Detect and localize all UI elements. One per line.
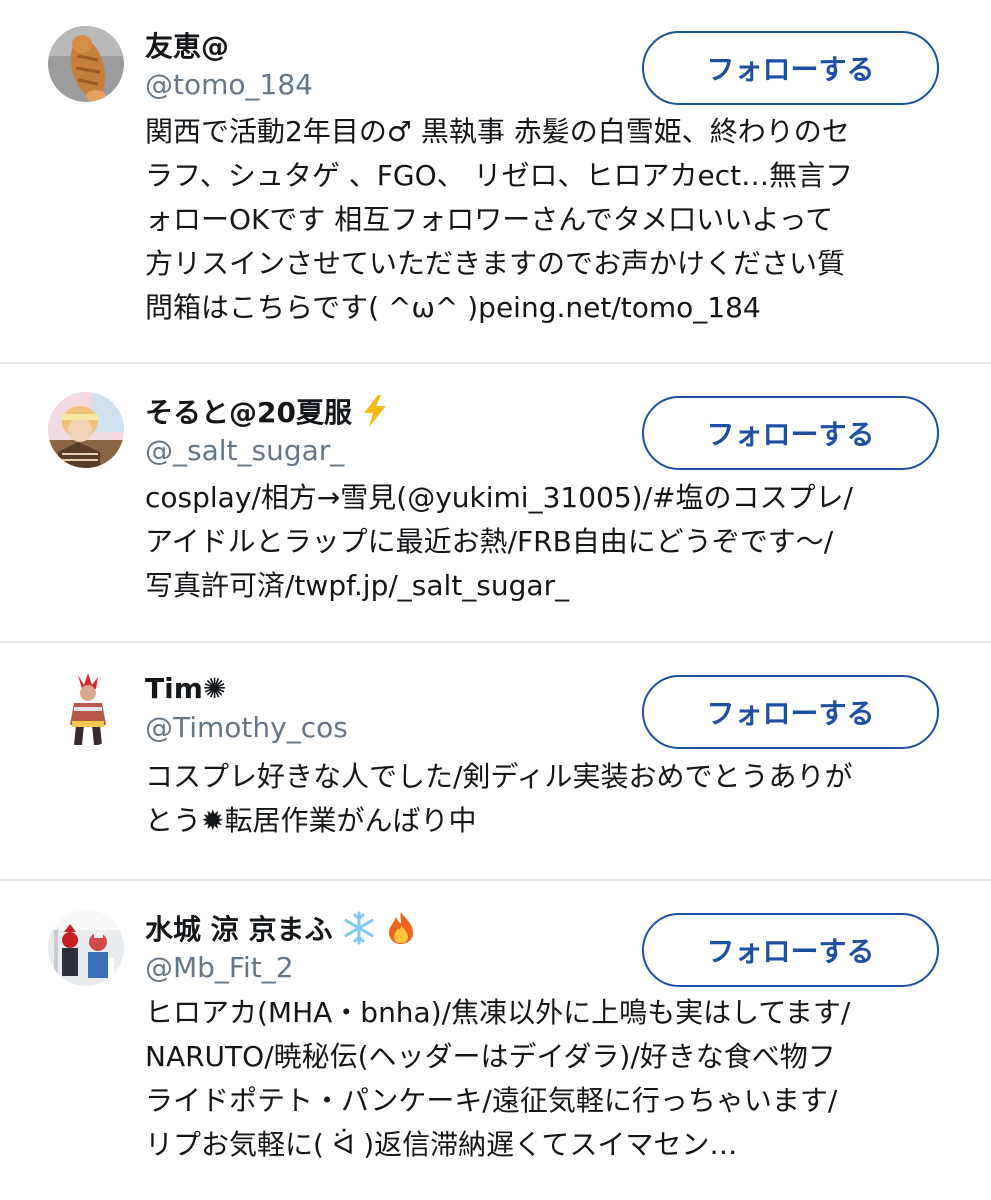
display-name-text: Tim✺: [145, 671, 227, 705]
avatar[interactable]: [48, 392, 124, 468]
bio-line: コスプレ好きな人でした/剣ディル実装おめでとうありが: [145, 760, 853, 793]
follow-button[interactable]: フォローする: [642, 675, 939, 749]
bio-line: とう✹転居作業がんばり中: [145, 804, 477, 837]
bio-line[interactable]: 写真許可済/twpf.jp/_salt_sugar_: [145, 564, 945, 608]
user-row[interactable]: 水城 涼 京まふ @Mb_Fit_2 フォローする ヒロアカ(MHA・bnha)…: [0, 881, 991, 1200]
user-handle[interactable]: @Mb_Fit_2: [145, 951, 294, 984]
bio-line: ラフ、シュタゲ 、FGO、 リゼロ、ヒロアカect…無言フ: [145, 159, 854, 192]
bio-line: リプお気軽に( ᐛ )返信滞納遅くてスイマセン…: [145, 1128, 738, 1161]
bio-line: NARUTO/暁秘伝(ヘッダーはデイダラ)/好きな食べ物フ: [145, 1040, 836, 1073]
display-name-text: 友恵@: [145, 30, 230, 63]
avatar[interactable]: [48, 671, 124, 747]
user-row[interactable]: 友恵@ @tomo_184 フォローする 関西で活動2年目の♂ 黒執事 赤髪の白…: [0, 0, 991, 362]
follow-button[interactable]: フォローする: [642, 396, 939, 470]
user-bio: コスプレ好きな人でした/剣ディル実装おめでとうありが とう✹転居作業がんばり中: [145, 755, 945, 843]
lightning-icon: [360, 394, 390, 428]
bio-line: ライドポテト・パンケーキ/遠征気軽に行っちゃいます/: [145, 1084, 838, 1117]
user-bio: cosplay/相方→雪見(@yukimi_31005)/#塩のコスプレ/ アイ…: [145, 476, 945, 608]
follow-button[interactable]: フォローする: [642, 913, 939, 987]
display-name[interactable]: 水城 涼 京まふ: [145, 908, 417, 948]
user-bio: ヒロアカ(MHA・bnha)/焦凍以外に上鳴も実はしてます/ NARUTO/暁秘…: [145, 991, 945, 1167]
user-row[interactable]: Tim✺ @Timothy_cos フォローする コスプレ好きな人でした/剣ディ…: [0, 643, 991, 879]
user-bio: 関西で活動2年目の♂ 黒執事 赤髪の白雪姫、終わりのセ ラフ、シュタゲ 、FGO…: [145, 110, 945, 330]
bio-line[interactable]: 問箱はこちらです( ^ω^ )peing.net/tomo_184: [145, 286, 945, 330]
user-row[interactable]: そると@20夏服 @_salt_sugar_ フォローする cosplay/相方…: [0, 364, 991, 641]
user-handle[interactable]: @_salt_sugar_: [145, 434, 344, 467]
display-name[interactable]: 友恵@: [145, 25, 229, 65]
bio-line: 方リスインさせていただきますのでお声かけください質: [145, 247, 846, 280]
display-name[interactable]: そると@20夏服: [145, 391, 390, 431]
bio-line: アイドルとラップに最近お熱/FRB自由にどうぞです〜/: [145, 525, 834, 558]
bio-line: ヒロアカ(MHA・bnha)/焦凍以外に上鳴も実はしてます/: [145, 996, 851, 1029]
bio-line: ォローOKです 相互フォロワーさんでタメ口いいよって: [145, 203, 834, 236]
bio-line: cosplay/相方→雪見(@yukimi_31005)/#塩のコスプレ/: [145, 481, 853, 514]
snowflake-icon: [341, 911, 377, 945]
avatar[interactable]: [48, 26, 124, 102]
display-name-text: 水城 涼 京まふ: [145, 913, 333, 946]
user-handle[interactable]: @tomo_184: [145, 68, 313, 101]
avatar[interactable]: [48, 910, 124, 986]
fire-icon: [385, 911, 417, 945]
display-name[interactable]: Tim✺: [145, 668, 226, 708]
bio-line: 関西で活動2年目の♂ 黒執事 赤髪の白雪姫、終わりのセ: [145, 115, 850, 148]
display-name-text: そると@20夏服: [145, 396, 352, 429]
user-handle[interactable]: @Timothy_cos: [145, 711, 348, 744]
follow-button[interactable]: フォローする: [642, 31, 939, 105]
